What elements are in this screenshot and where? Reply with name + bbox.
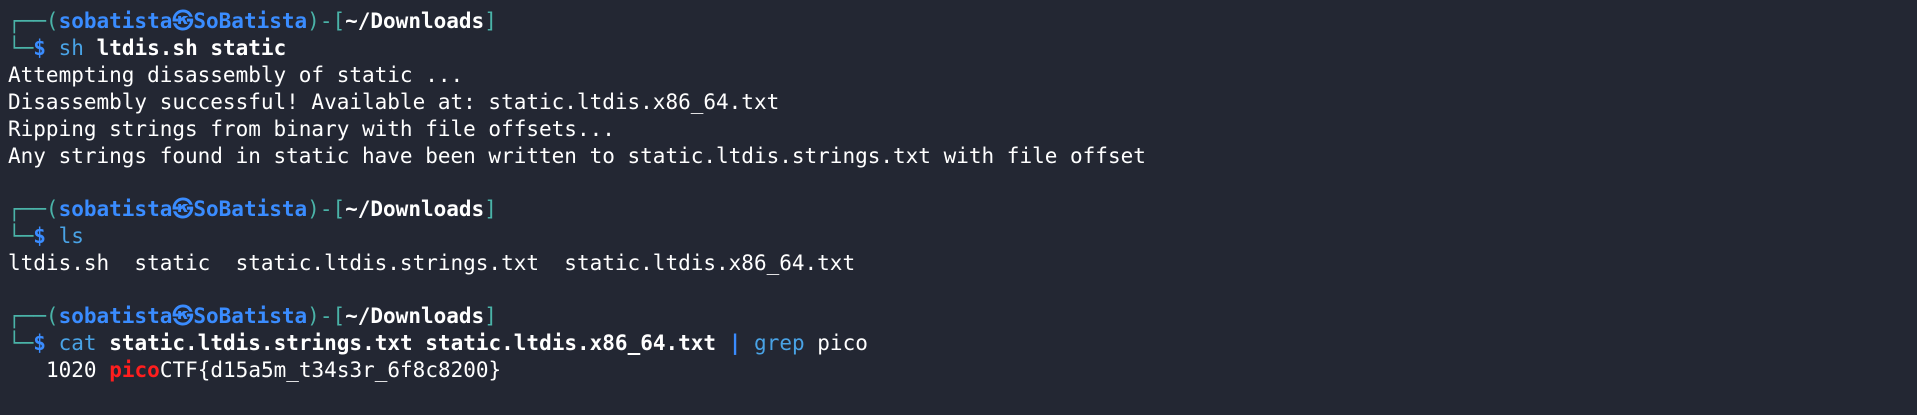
- prompt-directory: ~/Downloads: [345, 304, 485, 328]
- match-flag-text: CTF{d15a5m_t34s3r_6f8c8200}: [159, 358, 502, 382]
- prompt-directory: ~/Downloads: [345, 197, 485, 221]
- prompt-corner-top: ┌──(: [8, 304, 59, 328]
- prompt-user: sobatista: [58, 197, 173, 221]
- output-line: Attempting disassembly of static ...: [8, 63, 464, 87]
- prompt-corner-top: ┌──(: [8, 9, 59, 33]
- match-offset: 1020: [46, 358, 97, 382]
- prompt-dollar: $: [33, 224, 46, 248]
- match-highlight: pico: [109, 358, 160, 382]
- output-line: ltdis.sh static static.ltdis.strings.txt…: [8, 251, 856, 275]
- prompt-dir-close: ]: [484, 197, 497, 221]
- command-args: pico: [817, 331, 868, 355]
- prompt-separator: )-[: [307, 9, 346, 33]
- command-args: static.ltdis.strings.txt static.ltdis.x8…: [109, 331, 717, 355]
- prompt-line: ┌──(sobatista㉿SoBatista)-[~/Downloads]: [8, 196, 1917, 223]
- command-name: grep: [754, 331, 805, 355]
- prompt-dollar: $: [33, 331, 46, 355]
- prompt-dir-close: ]: [484, 304, 497, 328]
- grep-match-line: 1020 picoCTF{d15a5m_t34s3r_6f8c8200}: [8, 357, 1917, 384]
- output-line: Any strings found in static have been wr…: [8, 144, 1146, 168]
- prompt-directory: ~/Downloads: [345, 9, 485, 33]
- prompt-corner-bottom: └─: [8, 224, 34, 248]
- prompt-host: SoBatista: [193, 304, 308, 328]
- command-line[interactable]: └─$ sh ltdis.sh static: [8, 35, 1917, 62]
- prompt-user: sobatista: [58, 304, 173, 328]
- prompt-corner-top: ┌──(: [8, 197, 59, 221]
- prompt-separator: )-[: [307, 197, 346, 221]
- output-line: Disassembly successful! Available at: st…: [8, 90, 780, 114]
- prompt-host: SoBatista: [193, 197, 308, 221]
- prompt-corner-bottom: └─: [8, 331, 34, 355]
- prompt-at-symbol: ㉿: [172, 9, 194, 33]
- prompt-host: SoBatista: [193, 9, 308, 33]
- command-name: cat: [58, 331, 97, 355]
- prompt-corner-bottom: └─: [8, 36, 34, 60]
- command-name: ls: [58, 224, 84, 248]
- output-line: Ripping strings from binary with file of…: [8, 117, 615, 141]
- command-line[interactable]: └─$ cat static.ltdis.strings.txt static.…: [8, 330, 1917, 357]
- prompt-line: ┌──(sobatista㉿SoBatista)-[~/Downloads]: [8, 303, 1917, 330]
- prompt-at-symbol: ㉿: [172, 304, 194, 328]
- prompt-separator: )-[: [307, 304, 346, 328]
- prompt-at-symbol: ㉿: [172, 197, 194, 221]
- prompt-line: ┌──(sobatista㉿SoBatista)-[~/Downloads]: [8, 8, 1917, 35]
- prompt-user: sobatista: [58, 9, 173, 33]
- prompt-dir-close: ]: [484, 9, 497, 33]
- pipe-symbol: |: [728, 331, 742, 355]
- prompt-dollar: $: [33, 36, 46, 60]
- command-name: sh: [58, 36, 84, 60]
- command-line[interactable]: └─$ ls: [8, 223, 1917, 250]
- terminal-window[interactable]: ┌──(sobatista㉿SoBatista)-[~/Downloads] └…: [0, 0, 1917, 415]
- command-args: ltdis.sh static: [96, 36, 287, 60]
